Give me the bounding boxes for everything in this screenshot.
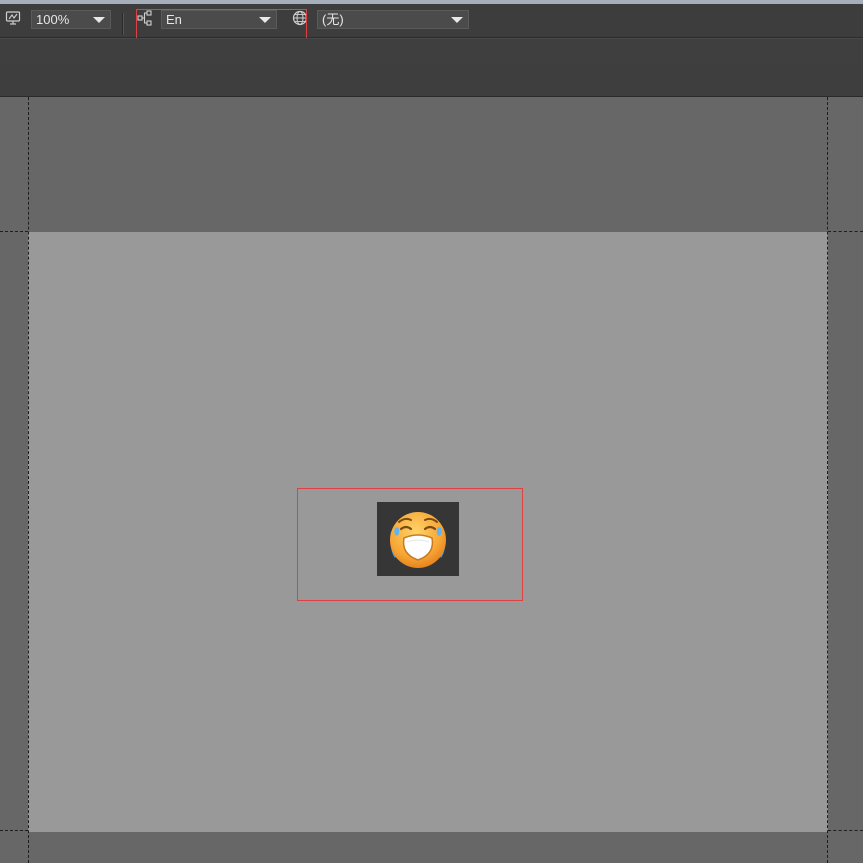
main-toolbar: 100% En (无) [0, 4, 863, 38]
secondary-toolbar [0, 38, 863, 66]
guide-line-top-right [828, 231, 863, 232]
guide-line-left [28, 97, 29, 863]
chevron-down-icon [451, 17, 463, 23]
editor-window: 100% En (无) [0, 0, 863, 863]
chevron-down-icon [259, 17, 271, 23]
emoji-image[interactable] [377, 502, 459, 576]
guide-line-bottom-left [0, 830, 28, 831]
tab-strip [0, 65, 863, 97]
crying-face-icon [390, 512, 446, 568]
hierarchy-tree-icon[interactable] [137, 10, 153, 31]
guide-line-right [827, 97, 828, 863]
guide-line-top-left [0, 231, 28, 232]
locale-dropdown[interactable]: (无) [317, 10, 469, 29]
display-zoom-icon[interactable] [5, 10, 21, 31]
locale-value: (无) [322, 12, 344, 27]
guide-line-bottom-right [828, 830, 863, 831]
zoom-value: 100% [36, 12, 70, 27]
globe-icon[interactable] [292, 10, 308, 31]
zoom-dropdown[interactable]: 100% [31, 10, 111, 29]
language-value: En [166, 12, 182, 27]
toolbar-separator [122, 13, 123, 35]
chevron-down-icon [93, 17, 105, 23]
language-dropdown[interactable]: En [161, 10, 277, 29]
